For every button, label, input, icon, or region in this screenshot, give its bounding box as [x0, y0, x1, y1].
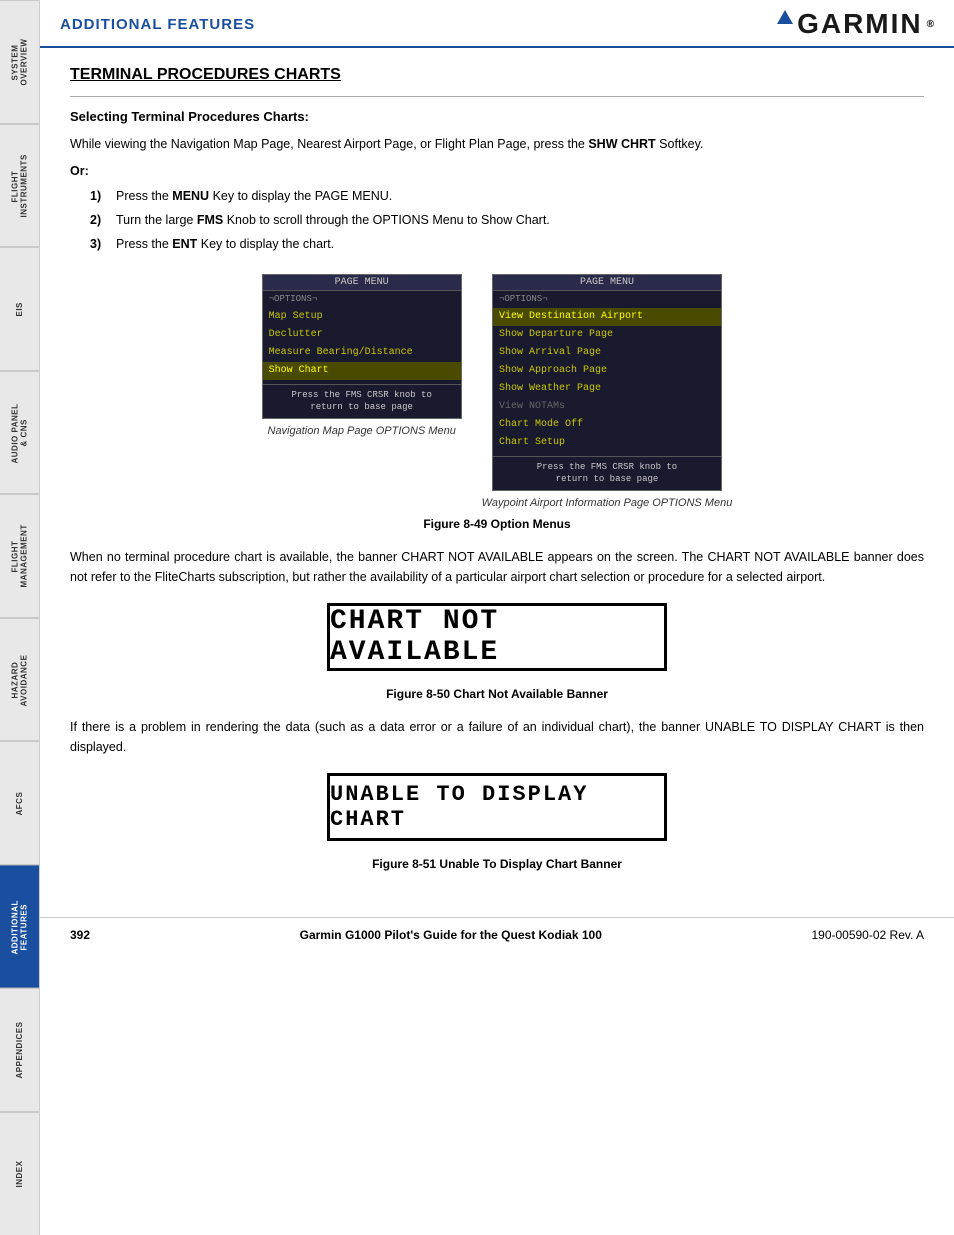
left-menu-map-setup: Map Setup — [263, 308, 461, 326]
left-menu-title: PAGE MENU — [263, 275, 461, 291]
or-label: Or: — [70, 164, 924, 178]
paragraph-1: When no terminal procedure chart is avai… — [70, 547, 924, 587]
right-page-menu: PAGE MENU ¬OPTIONS¬ View Destination Air… — [492, 274, 722, 491]
header-title: ADDITIONAL FEATURES — [60, 16, 255, 33]
right-menu-footer: Press the FMS CRSR knob toreturn to base… — [493, 456, 721, 490]
right-menu-show-dep: Show Departure Page — [493, 326, 721, 344]
sidebar-item-index[interactable]: INDEX — [0, 1112, 39, 1235]
step-3: 3) Press the ENT Key to display the char… — [90, 234, 924, 254]
left-menu-footer: Press the FMS CRSR knob toreturn to base… — [263, 384, 461, 418]
step-1: 1) Press the MENU Key to display the PAG… — [90, 186, 924, 206]
sidebar-item-flight-instruments[interactable]: FLIGHTINSTRUMENTS — [0, 124, 39, 248]
step-2-text: Turn the large FMS Knob to scroll throug… — [116, 210, 550, 230]
right-menu-view-notams: View NOTAMs — [493, 398, 721, 416]
garmin-logo: GARMIN ® — [775, 8, 934, 40]
sidebar-item-flight-management[interactable]: FLIGHTMANAGEMENT — [0, 494, 39, 618]
figure-51-caption: Figure 8-51 Unable To Display Chart Bann… — [70, 857, 924, 871]
fms-bold: FMS — [197, 213, 223, 227]
left-caption: Navigation Map Page OPTIONS Menu — [268, 425, 456, 437]
left-screenshot-container: PAGE MENU ¬OPTIONS¬ Map Setup Declutter … — [262, 274, 462, 509]
step-1-text: Press the MENU Key to display the PAGE M… — [116, 186, 392, 206]
shw-chrt-bold: SHW CHRT — [588, 137, 655, 151]
right-menu-options-header: ¬OPTIONS¬ — [493, 291, 721, 308]
page-header: ADDITIONAL FEATURES GARMIN ® — [40, 0, 954, 48]
sidebar-item-system-overview[interactable]: SYSTEMOVERVIEW — [0, 0, 39, 124]
right-menu-show-arr: Show Arrival Page — [493, 344, 721, 362]
unable-to-display-banner: UNABLE TO DISPLAY CHART — [327, 773, 667, 841]
ent-bold: ENT — [172, 237, 197, 251]
footer-page-number: 392 — [70, 928, 90, 942]
right-menu-view-dest: View Destination Airport — [493, 308, 721, 326]
right-menu-chart-mode: Chart Mode Off — [493, 416, 721, 434]
left-menu-measure: Measure Bearing/Distance — [263, 344, 461, 362]
left-menu-options-header: ¬OPTIONS¬ — [263, 291, 461, 308]
left-menu-show-chart: Show Chart — [263, 362, 461, 380]
step-2-num: 2) — [90, 210, 108, 230]
right-menu-title: PAGE MENU — [493, 275, 721, 291]
sidebar-item-appendices[interactable]: APPENDICES — [0, 988, 39, 1112]
right-caption: Waypoint Airport Information Page OPTION… — [482, 497, 733, 509]
section-title: TERMINAL PROCEDURES CHARTS — [70, 66, 924, 84]
sidebar-item-afcs[interactable]: AFCS — [0, 741, 39, 865]
step-3-num: 3) — [90, 234, 108, 254]
chart-not-available-text: CHART NOT AVAILABLE — [330, 606, 664, 668]
intro-paragraph: While viewing the Navigation Map Page, N… — [70, 134, 924, 154]
right-screenshot-container: PAGE MENU ¬OPTIONS¬ View Destination Air… — [482, 274, 733, 509]
sidebar: SYSTEMOVERVIEW FLIGHTINSTRUMENTS EIS AUD… — [0, 0, 40, 1235]
section-divider — [70, 96, 924, 97]
page-footer: 392 Garmin G1000 Pilot's Guide for the Q… — [40, 917, 954, 952]
registered-mark: ® — [927, 19, 934, 30]
sidebar-item-hazard-avoidance[interactable]: HAZARDAVOIDANCE — [0, 618, 39, 742]
step-2: 2) Turn the large FMS Knob to scroll thr… — [90, 210, 924, 230]
footer-revision: 190-00590-02 Rev. A — [811, 928, 924, 942]
chart-not-available-banner: CHART NOT AVAILABLE — [327, 603, 667, 671]
menu-key-bold: MENU — [172, 189, 209, 203]
garmin-text: GARMIN — [797, 8, 923, 40]
footer-title: Garmin G1000 Pilot's Guide for the Quest… — [300, 928, 602, 942]
left-page-menu: PAGE MENU ¬OPTIONS¬ Map Setup Declutter … — [262, 274, 462, 419]
main-content: TERMINAL PROCEDURES CHARTS Selecting Ter… — [40, 48, 954, 907]
steps-list: 1) Press the MENU Key to display the PAG… — [90, 186, 924, 254]
subsection-title: Selecting Terminal Procedures Charts: — [70, 109, 924, 124]
figure-49-caption: Figure 8-49 Option Menus — [70, 517, 924, 531]
right-menu-chart-setup: Chart Setup — [493, 434, 721, 452]
figure-50-caption: Figure 8-50 Chart Not Available Banner — [70, 687, 924, 701]
unable-to-display-text: UNABLE TO DISPLAY CHART — [330, 782, 664, 832]
step-1-num: 1) — [90, 186, 108, 206]
screenshots-row: PAGE MENU ¬OPTIONS¬ Map Setup Declutter … — [70, 274, 924, 509]
step-3-text: Press the ENT Key to display the chart. — [116, 234, 334, 254]
sidebar-item-audio-panel[interactable]: AUDIO PANEL& CNS — [0, 371, 39, 495]
left-menu-declutter: Declutter — [263, 326, 461, 344]
sidebar-item-eis[interactable]: EIS — [0, 247, 39, 371]
right-menu-show-app: Show Approach Page — [493, 362, 721, 380]
sidebar-item-additional-features[interactable]: ADDITIONALFEATURES — [0, 865, 39, 989]
right-menu-show-weather: Show Weather Page — [493, 380, 721, 398]
paragraph-2: If there is a problem in rendering the d… — [70, 717, 924, 757]
garmin-triangle-icon — [777, 10, 793, 24]
